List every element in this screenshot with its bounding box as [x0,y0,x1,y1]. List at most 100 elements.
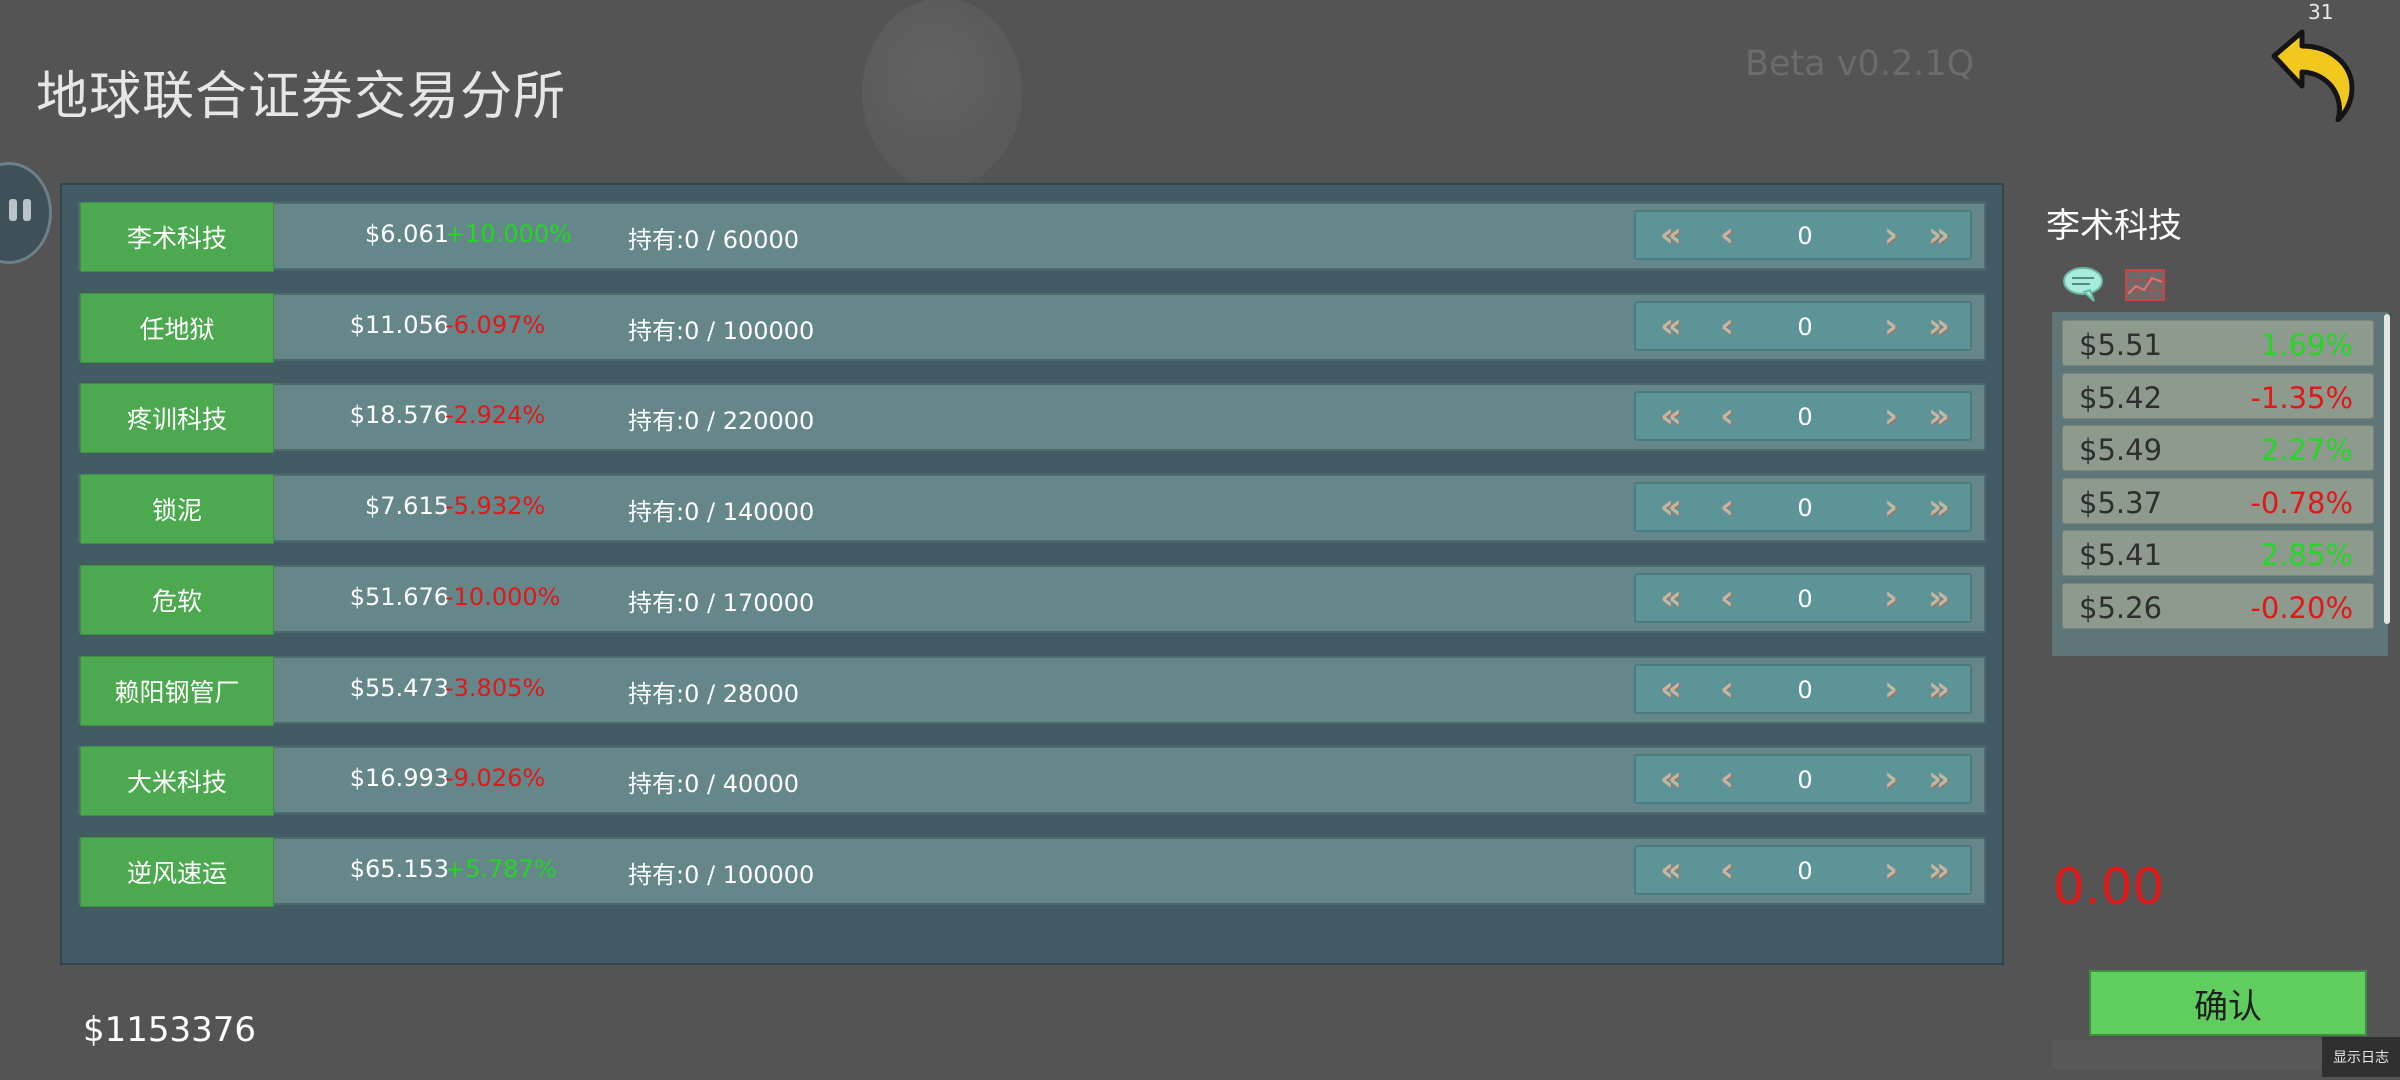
stock-holding: 持有:0 / 28000 [628,674,799,709]
stock-row: 疼训科技 $18.576 -2.924% 持有:0 / 220000 « ‹ 0… [78,383,1986,453]
price-history-list[interactable]: $5.51 1.69% $5.42 -1.35% $5.49 2.27% $5.… [2052,312,2388,656]
increase-button[interactable]: › [1870,487,1912,527]
fast-increase-button[interactable]: » [1918,487,1960,527]
holding-value: 0 / 60000 [684,226,800,254]
show-log-button[interactable]: 显示日志 [2322,1037,2400,1077]
left-chevron-icon: ‹ [1719,306,1734,346]
stock-name-button[interactable]: 锁泥 [80,474,274,544]
fast-increase-button[interactable]: » [1918,850,1960,890]
stock-name-button[interactable]: 危软 [80,565,274,635]
fast-decrease-button[interactable]: « [1650,759,1692,799]
fast-increase-button[interactable]: » [1918,396,1960,436]
double-left-chevron-icon: « [1660,850,1682,890]
chart-icon[interactable] [2124,268,2166,302]
increase-button[interactable]: › [1870,759,1912,799]
decrease-button[interactable]: ‹ [1706,669,1748,709]
fast-increase-button[interactable]: » [1918,306,1960,346]
stock-price: $51.676 [349,583,449,611]
version-label: Beta v0.2.1Q [1745,44,1975,84]
fast-increase-button[interactable]: » [1918,215,1960,255]
pause-handle-icon[interactable] [0,162,52,264]
increase-button[interactable]: › [1870,306,1912,346]
decrease-button[interactable]: ‹ [1706,850,1748,890]
quantity-stepper[interactable]: « ‹ 0 › » [1634,573,1972,623]
chat-bubble-icon[interactable] [2062,266,2104,302]
fast-decrease-button[interactable]: « [1650,578,1692,618]
quantity-stepper[interactable]: « ‹ 0 › » [1634,210,1972,260]
history-row: $5.49 2.27% [2062,425,2374,471]
decrease-button[interactable]: ‹ [1706,578,1748,618]
back-button[interactable] [2268,26,2358,122]
fast-decrease-button[interactable]: « [1650,850,1692,890]
decrease-button[interactable]: ‹ [1706,396,1748,436]
stock-name-button[interactable]: 李术科技 [80,202,274,272]
quantity-value[interactable]: 0 [1786,585,1824,613]
quantity-value[interactable]: 0 [1786,403,1824,431]
quantity-value[interactable]: 0 [1786,676,1824,704]
decrease-button[interactable]: ‹ [1706,215,1748,255]
confirm-button[interactable]: 确认 [2089,970,2367,1036]
stock-change: -9.026% [445,764,546,792]
stock-name-button[interactable]: 逆风速运 [80,837,274,907]
fast-decrease-button[interactable]: « [1650,306,1692,346]
history-row: $5.37 -0.78% [2062,478,2374,524]
history-price: $5.41 [2079,538,2163,572]
stock-price: $6.061 [365,220,449,248]
stock-price: $55.473 [349,674,449,702]
double-right-chevron-icon: » [1928,215,1950,255]
holding-label: 持有: [628,317,685,345]
stock-name-button[interactable]: 赖阳钢管厂 [80,656,274,726]
fast-decrease-button[interactable]: « [1650,396,1692,436]
stock-change: -3.805% [445,674,546,702]
stock-name-button[interactable]: 大米科技 [80,746,274,816]
stock-price: $65.153 [349,855,449,883]
holding-label: 持有: [628,680,685,708]
stock-change: -10.000% [445,583,561,611]
quantity-value[interactable]: 0 [1786,222,1824,250]
increase-button[interactable]: › [1870,396,1912,436]
quantity-stepper[interactable]: « ‹ 0 › » [1634,301,1972,351]
history-row: $5.41 2.85% [2062,530,2374,576]
fast-decrease-button[interactable]: « [1650,487,1692,527]
double-right-chevron-icon: » [1928,487,1950,527]
double-right-chevron-icon: » [1928,306,1950,346]
quantity-stepper[interactable]: « ‹ 0 › » [1634,664,1972,714]
left-chevron-icon: ‹ [1719,215,1734,255]
history-row: $5.51 1.69% [2062,320,2374,366]
stock-name-button[interactable]: 任地狱 [80,293,274,363]
increase-button[interactable]: › [1870,578,1912,618]
fast-increase-button[interactable]: » [1918,578,1960,618]
history-row: $5.42 -1.35% [2062,373,2374,419]
quantity-stepper[interactable]: « ‹ 0 › » [1634,845,1972,895]
increase-button[interactable]: › [1870,215,1912,255]
increase-button[interactable]: › [1870,669,1912,709]
decrease-button[interactable]: ‹ [1706,487,1748,527]
fast-decrease-button[interactable]: « [1650,215,1692,255]
decrease-button[interactable]: ‹ [1706,306,1748,346]
fast-increase-button[interactable]: » [1918,759,1960,799]
left-chevron-icon: ‹ [1719,669,1734,709]
quantity-stepper[interactable]: « ‹ 0 › » [1634,754,1972,804]
holding-value: 0 / 170000 [684,589,815,617]
increase-button[interactable]: › [1870,850,1912,890]
quantity-value[interactable]: 0 [1786,494,1824,522]
fast-increase-button[interactable]: » [1918,669,1960,709]
stock-price: $7.615 [365,492,449,520]
decrease-button[interactable]: ‹ [1706,759,1748,799]
quantity-value[interactable]: 0 [1786,857,1824,885]
quantity-value[interactable]: 0 [1786,313,1824,341]
holding-label: 持有: [628,589,685,617]
trade-total: 0.00 [2053,858,2165,916]
stock-row: 危软 $51.676 -10.000% 持有:0 / 170000 « ‹ 0 … [78,565,1986,635]
holding-value: 0 / 100000 [684,317,815,345]
stock-name-button[interactable]: 疼训科技 [80,383,274,453]
history-change: -0.20% [2250,591,2353,625]
fast-decrease-button[interactable]: « [1650,669,1692,709]
history-change: 2.27% [2260,433,2353,467]
history-change: 1.69% [2260,328,2353,362]
history-scrollbar[interactable] [2384,314,2390,624]
history-price: $5.26 [2079,591,2163,625]
quantity-stepper[interactable]: « ‹ 0 › » [1634,482,1972,532]
quantity-stepper[interactable]: « ‹ 0 › » [1634,391,1972,441]
quantity-value[interactable]: 0 [1786,766,1824,794]
